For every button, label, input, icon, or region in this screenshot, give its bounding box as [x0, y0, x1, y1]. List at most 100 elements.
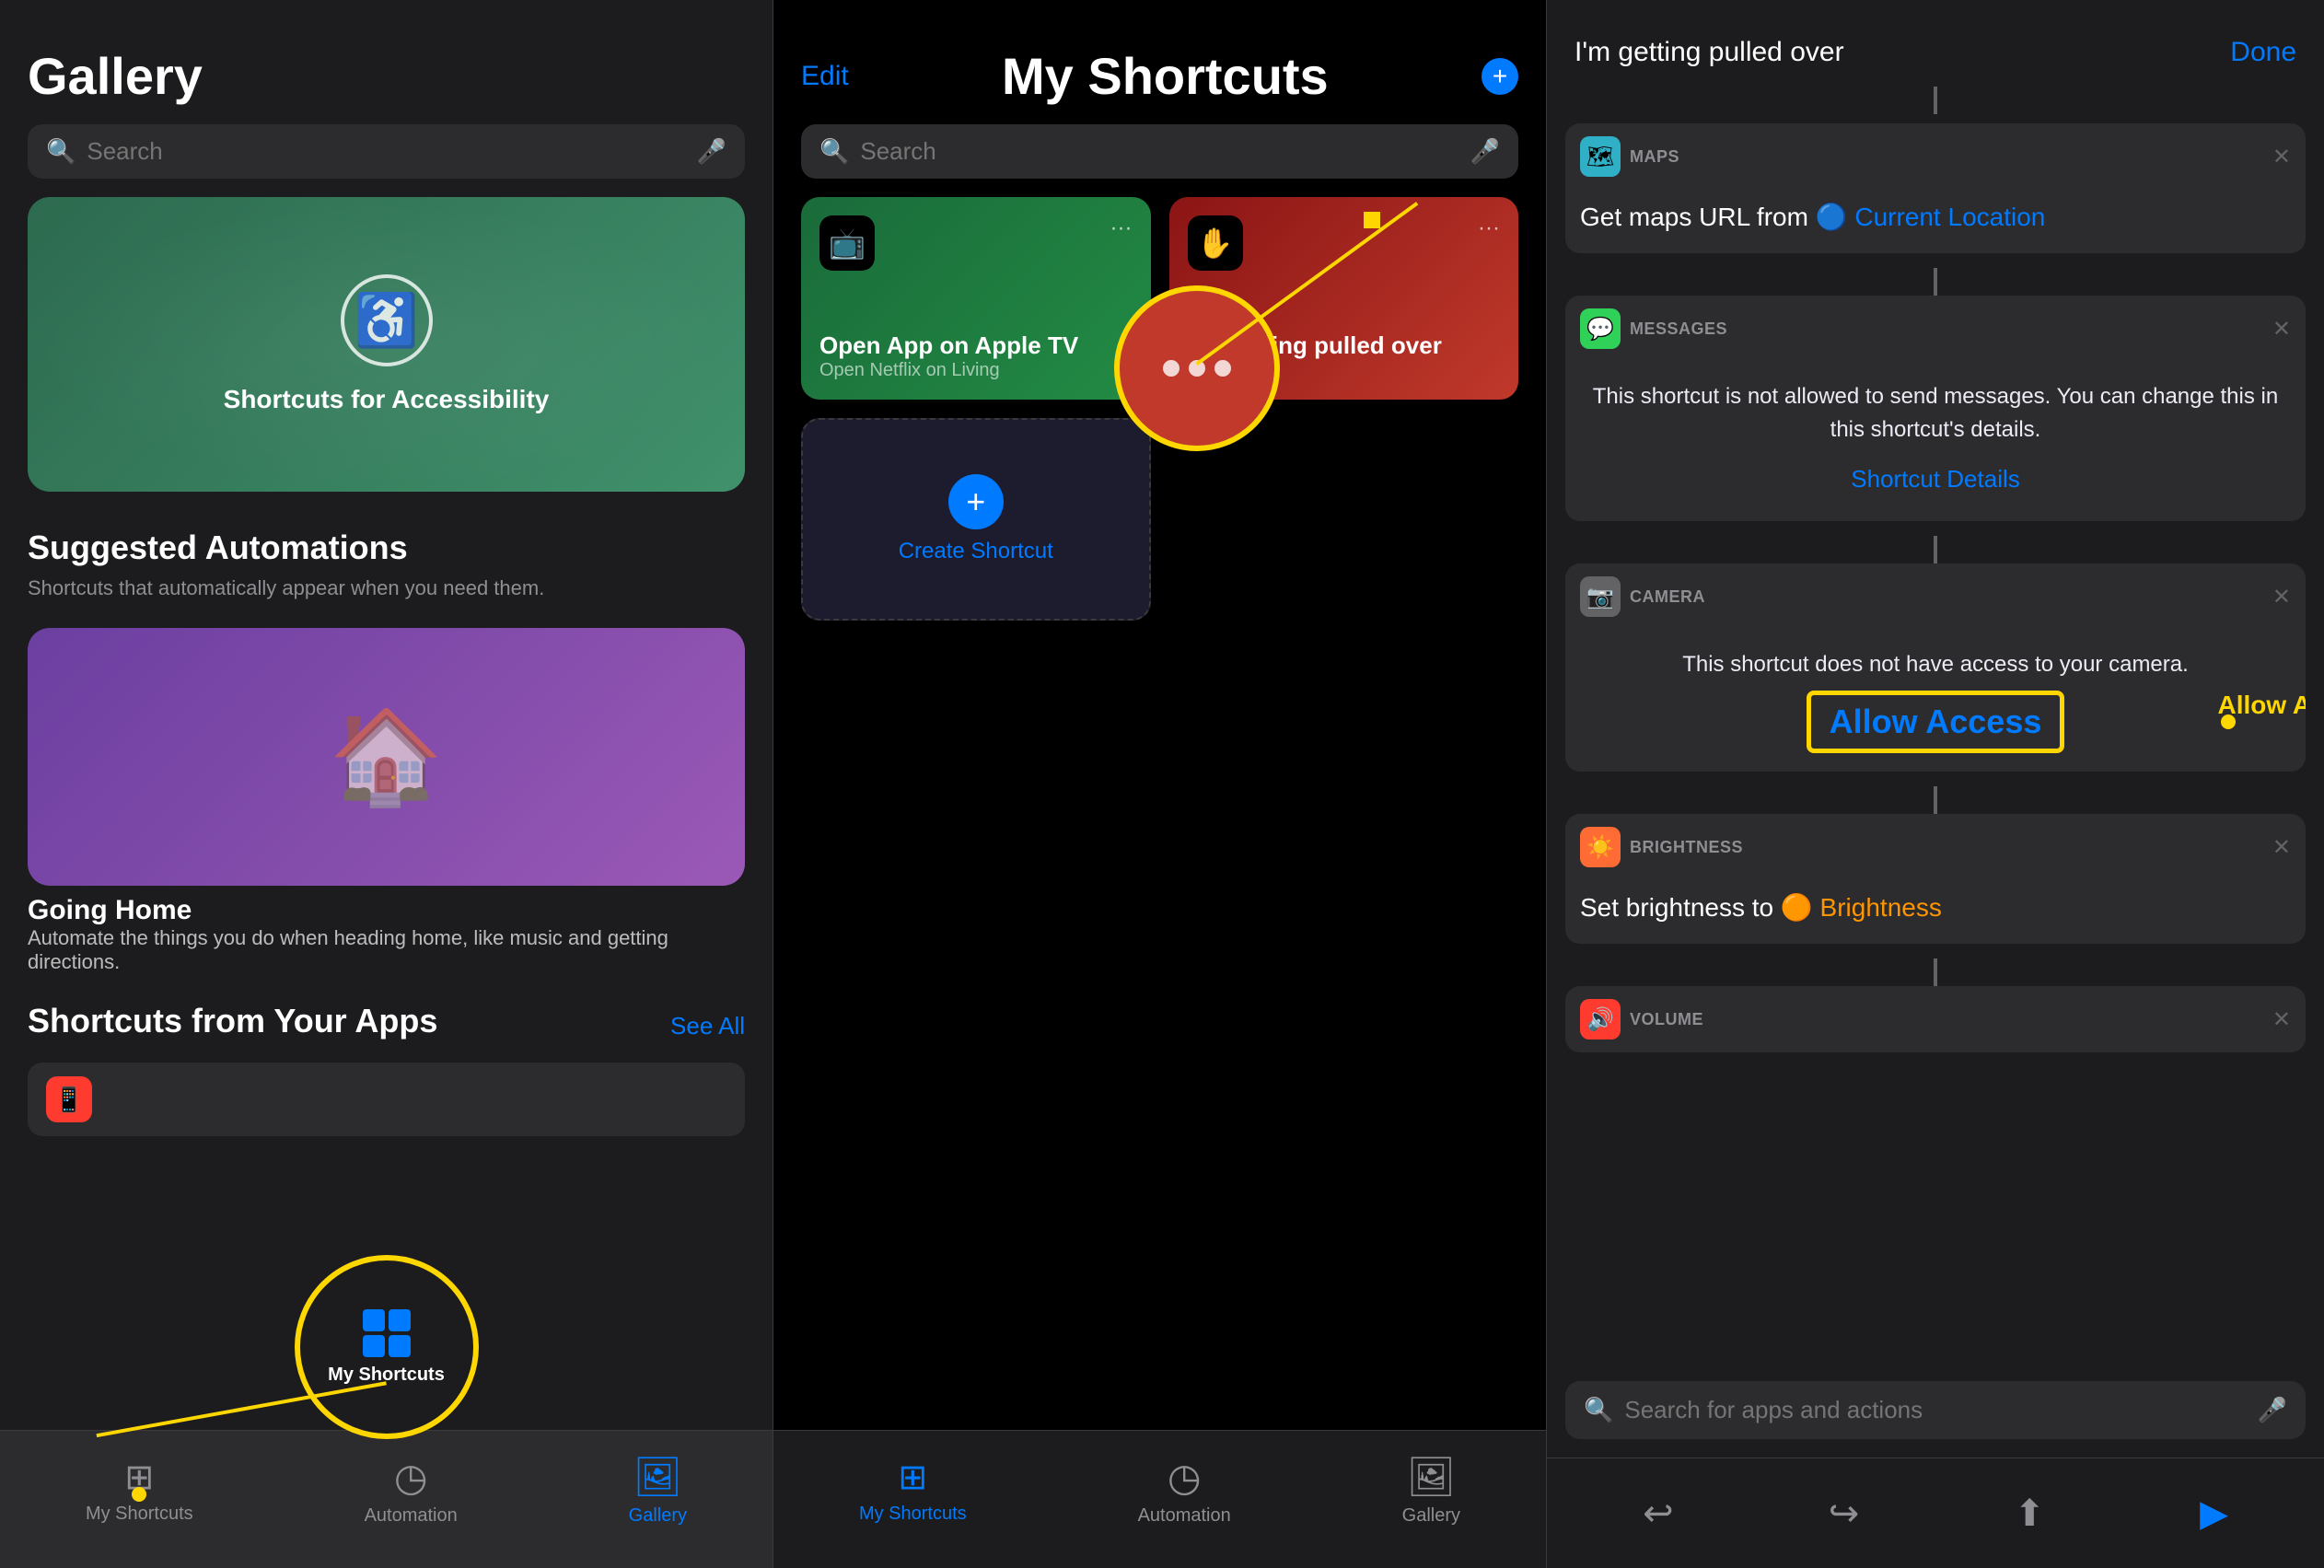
create-shortcut-label: Create Shortcut: [899, 539, 1053, 564]
messages-action-block: 💬 MESSAGES ✕ This shortcut is not allowe…: [1565, 296, 2306, 521]
mic-icon[interactable]: 🎤: [697, 137, 726, 166]
brightness-action-header: ☀️ BRIGHTNESS ✕: [1565, 814, 2306, 880]
messages-action-body: This shortcut is not allowed to send mes…: [1565, 362, 2306, 521]
brightness-action-icon: ☀️: [1580, 827, 1621, 867]
tab-automation-label: Automation: [365, 1505, 458, 1527]
tab-gallery[interactable]: 🖼 Gallery: [629, 1455, 687, 1527]
grid-sq-2: [389, 1309, 411, 1331]
yellow-dot-annotation: [132, 1487, 146, 1502]
allow-access-annotation-label: Allow Access: [2218, 691, 2306, 720]
brightness-main-text: Set brightness to 🟠 Brightness: [1580, 893, 1942, 922]
maps-get-text: Get maps URL from: [1580, 203, 1808, 231]
grid-icon-annotation: [363, 1309, 411, 1357]
shortcuts-search-input[interactable]: [860, 137, 1458, 166]
create-plus-icon: +: [948, 474, 1004, 529]
tab-gallery-label: Gallery: [629, 1505, 687, 1527]
allow-access-container: Allow Access Allow Access: [1580, 691, 2291, 753]
shortcuts-tab-my-shortcuts[interactable]: ⊞ My Shortcuts: [859, 1457, 967, 1525]
tv-card-title: Open App on Apple TV: [819, 331, 1133, 360]
shortcut-details-link[interactable]: Shortcut Details: [1580, 456, 2291, 503]
dot-3: [1214, 360, 1231, 377]
camera-close-btn[interactable]: ✕: [2272, 584, 2291, 610]
add-shortcut-button[interactable]: +: [1482, 58, 1518, 95]
detail-search-input[interactable]: [1624, 1396, 2246, 1424]
pulled-card-menu-dots[interactable]: ···: [1478, 215, 1500, 241]
shortcuts-tab-gallery[interactable]: 🖼 Gallery: [1402, 1455, 1460, 1527]
going-home-card[interactable]: 🏠: [28, 628, 745, 886]
grid-sq-1: [363, 1309, 385, 1331]
shortcuts-gallery-icon: 🖼: [1407, 1455, 1456, 1500]
edit-button[interactable]: Edit: [801, 61, 849, 92]
detail-header: I'm getting pulled over Done: [1547, 0, 2324, 87]
shortcuts-auto-label: Automation: [1138, 1505, 1231, 1527]
current-loc-link[interactable]: 🔵 Current Location: [1816, 203, 2046, 231]
app-icon-small: 📱: [46, 1076, 92, 1122]
gallery-title: Gallery: [28, 46, 203, 106]
tab-automation[interactable]: ◷ Automation: [365, 1455, 458, 1527]
messages-close-btn[interactable]: ✕: [2272, 316, 2291, 343]
detail-panel: I'm getting pulled over Done 🗺 MAPS ✕ Ge…: [1547, 0, 2324, 1568]
maps-action-header: 🗺 MAPS ✕: [1565, 123, 2306, 190]
undo-button[interactable]: ↩: [1643, 1493, 1674, 1535]
connector-4: [1934, 958, 1937, 986]
grid-sq-4: [389, 1335, 411, 1357]
gallery-tab-bar: ⊞ My Shortcuts ◷ Automation 🖼 Gallery: [0, 1430, 773, 1568]
my-shortcuts-circle-label: My Shortcuts: [328, 1365, 445, 1386]
camera-action-icon: 📷: [1580, 576, 1621, 617]
create-shortcut-card[interactable]: + Create Shortcut: [801, 418, 1151, 621]
shortcuts-search-bar[interactable]: 🔍 🎤: [801, 124, 1518, 179]
tv-card-menu-dots[interactable]: ···: [1110, 215, 1133, 241]
gallery-search-bar[interactable]: 🔍 🎤: [28, 124, 745, 179]
apple-tv-shortcut-card[interactable]: 📺 ··· Open App on Apple TV Open Netflix …: [801, 197, 1151, 400]
apple-tv-icon: 📺: [819, 215, 875, 271]
accessibility-card[interactable]: ♿ Shortcuts for Accessibility: [28, 197, 745, 492]
brightness-close-btn[interactable]: ✕: [2272, 834, 2291, 861]
detail-title: I'm getting pulled over: [1575, 37, 1844, 68]
shortcuts-tab-label: My Shortcuts: [859, 1504, 967, 1525]
maps-action-block: 🗺 MAPS ✕ Get maps URL from 🔵 Current Loc…: [1565, 123, 2306, 253]
maps-label: MAPS: [1630, 147, 1679, 167]
tab-my-shortcuts[interactable]: ⊞ My Shortcuts: [86, 1457, 193, 1525]
house-icon: 🏠: [329, 703, 444, 811]
hand-icon: ✋: [1188, 215, 1243, 271]
tv-card-subtitle: Open Netflix on Living: [819, 360, 1133, 381]
share-button[interactable]: ⬆: [2014, 1493, 2045, 1535]
allow-access-button[interactable]: Allow Access: [1830, 693, 2042, 749]
brightness-val-link[interactable]: 🟠 Brightness: [1781, 893, 1942, 922]
maps-close-btn[interactable]: ✕: [2272, 144, 2291, 170]
red-dots-circle-annotation: [1114, 285, 1280, 451]
shortcuts-tab-bar: ⊞ My Shortcuts ◷ Automation 🖼 Gallery: [773, 1430, 1546, 1568]
detail-mic-icon[interactable]: 🎤: [2258, 1396, 2287, 1424]
detail-done-button[interactable]: Done: [2230, 37, 2296, 68]
messages-action-icon: 💬: [1580, 308, 1621, 349]
detail-search-bar[interactable]: 🔍 🎤: [1565, 1381, 2306, 1439]
connector-2: [1934, 536, 1937, 563]
card-top-tv: 📺 ···: [819, 215, 1133, 271]
shortcuts-tab-automation[interactable]: ◷ Automation: [1138, 1455, 1231, 1527]
going-home-desc: Automate the things you do when heading …: [28, 926, 745, 974]
camera-label: CAMERA: [1630, 587, 1705, 607]
play-button[interactable]: ▶: [2200, 1493, 2228, 1535]
maps-action-body: Get maps URL from 🔵 Current Location: [1565, 190, 2306, 253]
card-top-pulled: ✋ ···: [1188, 215, 1501, 271]
redo-button[interactable]: ↪: [1829, 1493, 1860, 1535]
detail-content-scroll[interactable]: 🗺 MAPS ✕ Get maps URL from 🔵 Current Loc…: [1547, 123, 2324, 1381]
detail-toolbar: ↩ ↪ ⬆ ▶: [1547, 1458, 2324, 1568]
messages-label: MESSAGES: [1630, 319, 1727, 339]
see-all-link[interactable]: See All: [670, 1012, 745, 1040]
allow-access-box-annotation: Allow Access: [1807, 691, 2065, 753]
grid-sq-3: [363, 1335, 385, 1357]
connector-1: [1934, 268, 1937, 296]
dot-1: [1163, 360, 1179, 377]
volume-action-icon: 🔊: [1580, 999, 1621, 1040]
gallery-search-input[interactable]: [87, 137, 685, 166]
shortcuts-tab-icon: ⊞: [898, 1457, 927, 1498]
shortcuts-mic-icon[interactable]: 🎤: [1470, 137, 1500, 166]
gallery-header: Gallery: [0, 0, 773, 115]
suggested-subtitle: Shortcuts that automatically appear when…: [28, 576, 745, 600]
messages-description: This shortcut is not allowed to send mes…: [1580, 371, 2291, 456]
brightness-label: BRIGHTNESS: [1630, 838, 1743, 857]
volume-close-btn[interactable]: ✕: [2272, 1006, 2291, 1033]
person-icon: ♿: [354, 290, 419, 351]
camera-action-header: 📷 CAMERA ✕: [1565, 563, 2306, 630]
